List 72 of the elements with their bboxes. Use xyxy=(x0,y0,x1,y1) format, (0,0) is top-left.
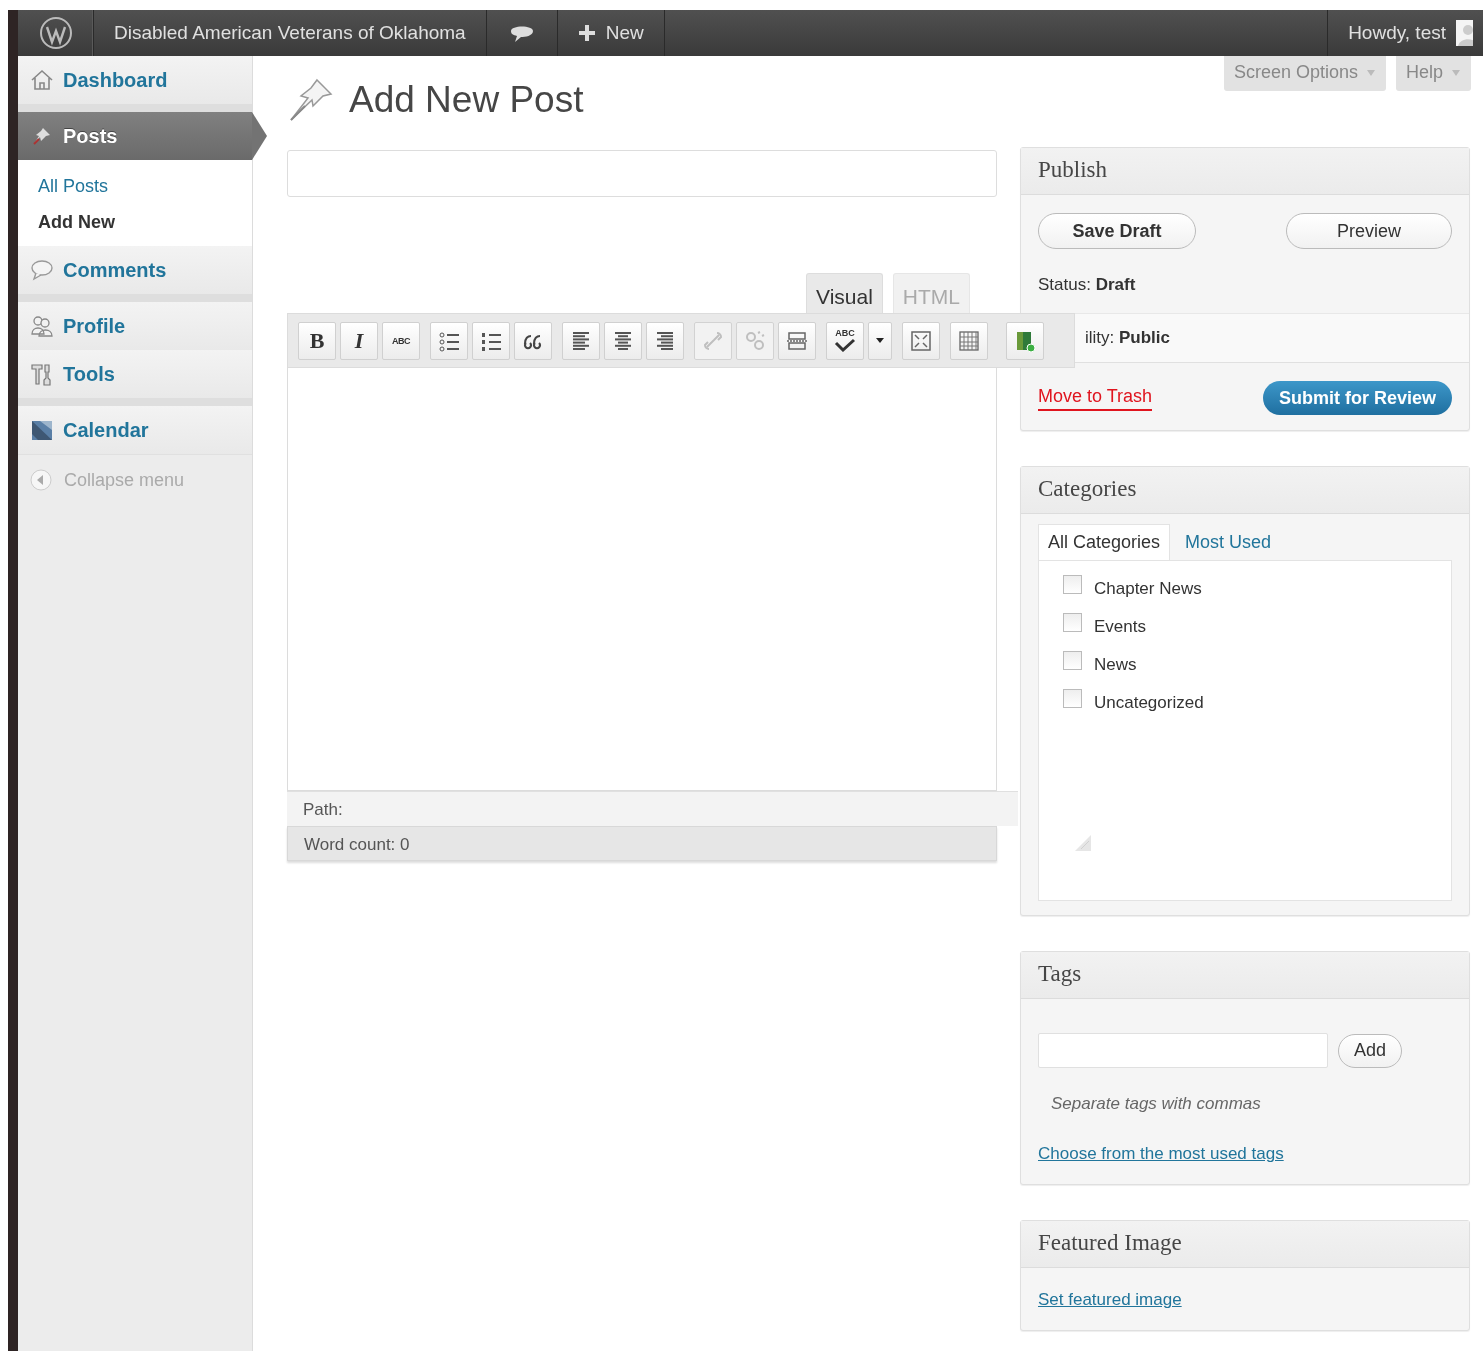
box-title: Categories xyxy=(1021,467,1469,514)
add-media-button[interactable] xyxy=(1006,321,1044,360)
bulleted-list-icon xyxy=(438,329,460,352)
strikethrough-button[interactable]: ABC xyxy=(382,321,420,360)
caret-icon xyxy=(876,338,884,343)
new-button[interactable]: New xyxy=(557,10,665,56)
most-used-tags-link[interactable]: Choose from the most used tags xyxy=(1038,1144,1284,1163)
align-right-icon xyxy=(654,329,676,352)
people-icon xyxy=(30,314,54,338)
add-tag-button[interactable]: Add xyxy=(1338,1033,1402,1068)
category-tab[interactable]: Most Used xyxy=(1176,524,1281,560)
category-label: Uncategorized xyxy=(1094,692,1204,713)
italic-button[interactable]: I xyxy=(340,321,378,360)
title-field[interactable] xyxy=(287,150,997,197)
kitchen-sink-button[interactable] xyxy=(950,321,988,360)
submenu-item[interactable]: All Posts xyxy=(38,172,109,200)
caret-icon xyxy=(1451,68,1461,77)
word-count: Word count: 0 xyxy=(304,835,410,854)
align-center-icon xyxy=(612,329,634,352)
checkmark-icon xyxy=(834,338,856,352)
tags-hint: Separate tags with commas xyxy=(1051,1094,1262,1114)
checkbox[interactable] xyxy=(1063,689,1082,708)
tag-field[interactable] xyxy=(1038,1033,1328,1068)
calendar-icon xyxy=(30,418,54,442)
box-title: Tags xyxy=(1021,952,1469,999)
pushpin-icon xyxy=(287,76,335,124)
category-label: Events xyxy=(1094,616,1146,637)
visibility-text: ility: Public xyxy=(1085,328,1170,347)
category-label: Chapter News xyxy=(1094,578,1202,599)
fullscreen-button[interactable] xyxy=(902,321,940,360)
link-icon xyxy=(702,329,724,352)
checkbox[interactable] xyxy=(1063,575,1082,594)
align-left-button[interactable] xyxy=(562,321,600,360)
screen-options-tab[interactable]: Screen Options xyxy=(1223,56,1386,91)
checkbox[interactable] xyxy=(1063,613,1082,632)
spellcheck-button[interactable]: ABC xyxy=(826,321,864,360)
bold-button[interactable]: B xyxy=(298,321,336,360)
category-label: News xyxy=(1094,654,1137,675)
media-icon xyxy=(1014,329,1036,352)
help-tab[interactable]: Help xyxy=(1395,56,1471,91)
checkbox[interactable] xyxy=(1063,651,1082,670)
save-draft-button[interactable]: Save Draft xyxy=(1038,213,1196,249)
submenu-item[interactable]: Add New xyxy=(38,208,115,236)
category-tab[interactable]: All Categories xyxy=(1038,524,1171,560)
speech-bubble-icon xyxy=(30,258,54,282)
logo-icon xyxy=(38,16,73,50)
page-break-icon xyxy=(786,329,808,352)
align-left-icon xyxy=(570,329,592,352)
caret-icon xyxy=(1365,68,1376,77)
box-title: Featured Image xyxy=(1021,1221,1469,1268)
more-button[interactable] xyxy=(778,321,816,360)
path-label: Path: xyxy=(303,800,343,819)
bulleted-list-button[interactable] xyxy=(430,321,468,360)
status-text: Status: Draft xyxy=(1038,275,1136,294)
page-title: Add New Post xyxy=(349,79,584,121)
avatar-icon xyxy=(1456,20,1473,46)
plus-icon xyxy=(577,24,596,42)
grid-icon xyxy=(958,329,980,352)
align-right-button[interactable] xyxy=(646,321,684,360)
dropdown-button[interactable] xyxy=(868,321,892,360)
preview-button[interactable]: Preview xyxy=(1286,213,1452,249)
box-title: Publish xyxy=(1021,148,1469,195)
submit-for-review-button[interactable]: Submit for Review xyxy=(1262,381,1452,415)
editor-tab[interactable]: Visual xyxy=(806,273,883,313)
blockquote-button[interactable] xyxy=(514,321,552,360)
set-featured-image-link[interactable]: Set featured image xyxy=(1038,1290,1182,1309)
numbered-list-button[interactable] xyxy=(472,321,510,360)
fullscreen-icon xyxy=(910,329,932,352)
move-to-trash-link[interactable]: Move to Trash xyxy=(1038,385,1153,411)
house-icon xyxy=(30,68,54,92)
tools-icon xyxy=(30,362,54,386)
align-center-button[interactable] xyxy=(604,321,642,360)
